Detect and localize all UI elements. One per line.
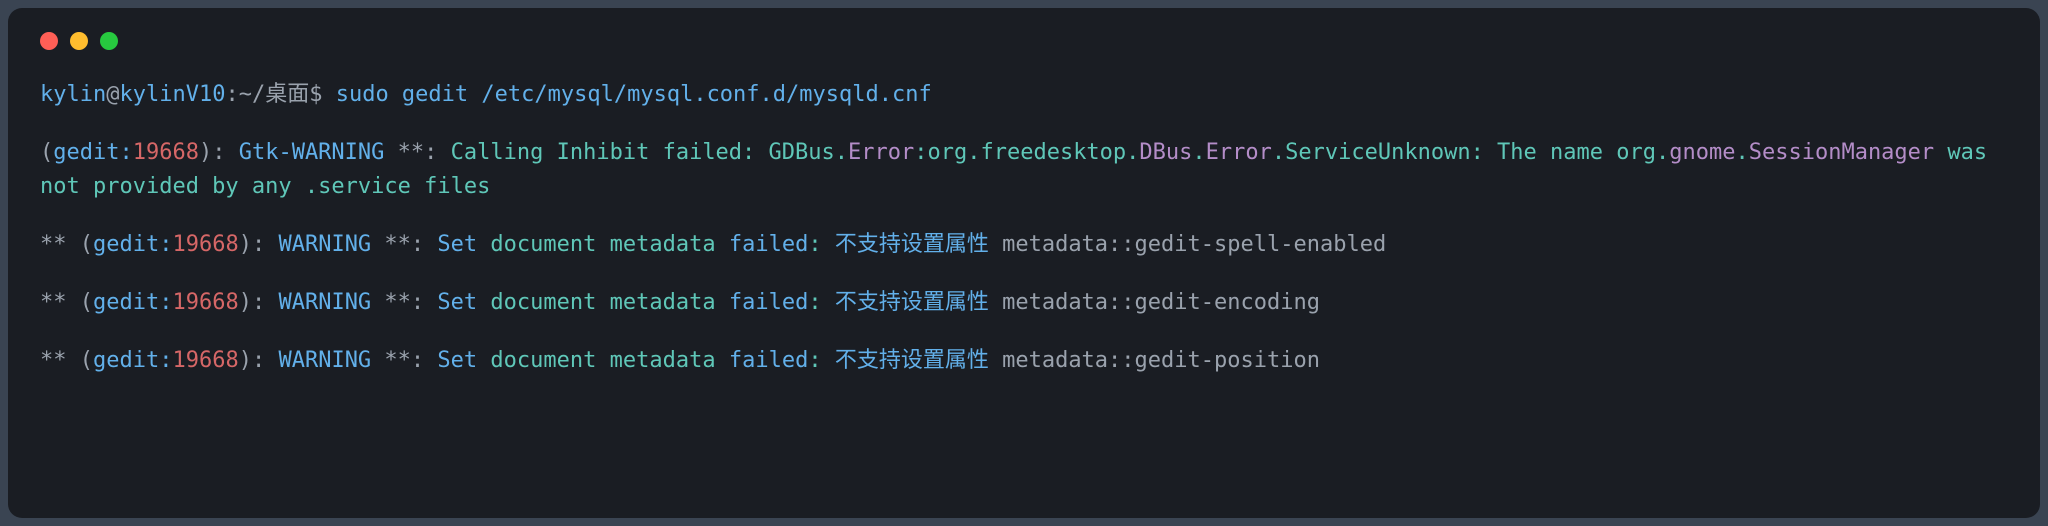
process-id: 19668 (133, 140, 199, 165)
terminal-window: kylin@kylinV10:~/桌面$ sudo gedit /etc/mys… (8, 8, 2040, 518)
chinese-text: 不支持设置属性 (835, 348, 989, 373)
blank-line (40, 112, 2008, 136)
chinese-text: 不支持设置属性 (835, 232, 989, 257)
terminal-output[interactable]: kylin@kylinV10:~/桌面$ sudo gedit /etc/mys… (40, 78, 2008, 379)
prompt-path: ~/桌面 (239, 82, 310, 107)
process-id: 19668 (172, 348, 238, 373)
prompt-at: @ (106, 82, 119, 107)
process-name: gedit: (93, 348, 172, 373)
warning-line: ** (gedit:19668): WARNING **: Set docume… (40, 348, 1320, 373)
blank-line (40, 262, 2008, 286)
process-name: gedit: (53, 140, 132, 165)
warning-type: WARNING (265, 348, 371, 373)
warning-type: WARNING (265, 232, 371, 257)
prompt-dollar: $ (309, 82, 322, 107)
metadata-key: metadata::gedit-position (989, 348, 1320, 373)
chinese-text: 不支持设置属性 (835, 290, 989, 315)
process-name: gedit: (93, 232, 172, 257)
blank-line (40, 320, 2008, 344)
command-text: sudo gedit /etc/mysql/mysql.conf.d/mysql… (336, 82, 932, 107)
warning-line: ** (gedit:19668): WARNING **: Set docume… (40, 232, 1386, 257)
prompt-host: kylinV10 (119, 82, 225, 107)
process-id: 19668 (172, 290, 238, 315)
window-controls (40, 32, 2008, 50)
zoom-icon[interactable] (100, 32, 118, 50)
minimize-icon[interactable] (70, 32, 88, 50)
prompt-user: kylin (40, 82, 106, 107)
metadata-key: metadata::gedit-encoding (989, 290, 1320, 315)
gtk-warning-line: (gedit:19668): Gtk-WARNING **: Calling I… (40, 140, 2000, 199)
process-name: gedit: (93, 290, 172, 315)
metadata-key: metadata::gedit-spell-enabled (989, 232, 1386, 257)
warning-type: WARNING (265, 290, 371, 315)
warning-type: Gtk-WARNING (225, 140, 384, 165)
prompt-line: kylin@kylinV10:~/桌面$ sudo gedit /etc/mys… (40, 82, 932, 107)
warning-line: ** (gedit:19668): WARNING **: Set docume… (40, 290, 1320, 315)
close-icon[interactable] (40, 32, 58, 50)
warning-message: Calling Inhibit failed: GDBus. (451, 140, 848, 165)
prompt-colon: : (225, 82, 238, 107)
blank-line (40, 204, 2008, 228)
process-id: 19668 (172, 232, 238, 257)
